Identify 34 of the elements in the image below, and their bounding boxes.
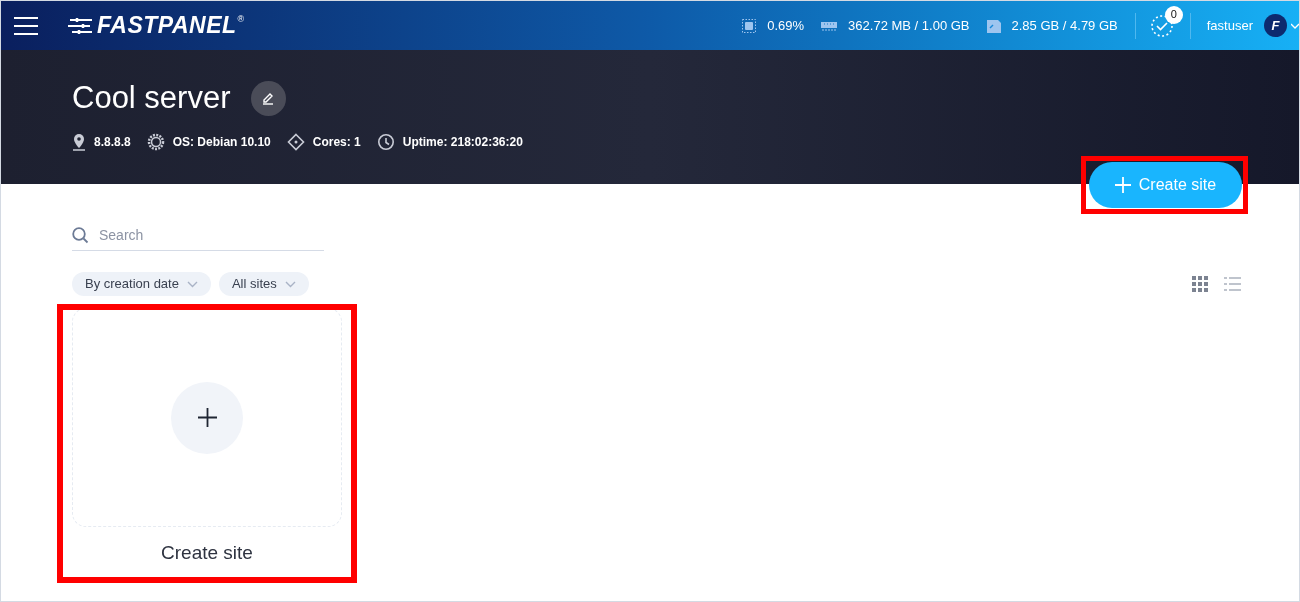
- location-pin-icon: [72, 133, 86, 151]
- filter-dropdown[interactable]: All sites: [218, 272, 309, 296]
- server-detail: Uptime: 218:02:36:20: [402, 134, 523, 151]
- server-detail: 8.8.8.8: [94, 134, 131, 151]
- stat-value: 362.72 MB / 1.00 GB: [848, 16, 970, 35]
- server-name: Cool server: [72, 79, 231, 117]
- search-icon: [72, 226, 89, 244]
- pencil-icon: [261, 91, 275, 105]
- clock-icon: [376, 133, 395, 151]
- filter-dropdown[interactable]: By creation date: [72, 272, 211, 296]
- user-avatar[interactable]: F: [1264, 14, 1287, 37]
- memory-icon: [820, 19, 839, 32]
- chevron-down-icon: [284, 280, 296, 288]
- logo-text: FASTPANEL: [97, 11, 237, 41]
- menu-icon[interactable]: [14, 15, 38, 36]
- edit-button[interactable]: [250, 80, 286, 116]
- chevron-down-icon[interactable]: [1291, 22, 1299, 29]
- search-field[interactable]: Search: [99, 224, 324, 246]
- plus-icon: [197, 408, 217, 427]
- registered-mark: ®: [237, 13, 245, 24]
- logo-icon: [68, 16, 94, 35]
- server-detail: OS: Debian 10.10: [172, 134, 271, 151]
- stat-value: 2.85 GB / 4.79 GB: [1011, 16, 1118, 35]
- chip-icon: [741, 17, 758, 34]
- notification-badge: 0: [1164, 5, 1183, 24]
- gear-icon: [146, 133, 165, 151]
- chevron-down-icon: [186, 280, 198, 288]
- stat-value: 0.69%: [767, 16, 805, 35]
- server-detail: Cores: 1: [312, 134, 361, 151]
- grid-view-button[interactable]: [1192, 276, 1208, 292]
- diamond-icon: [286, 133, 305, 151]
- list-view-button[interactable]: [1224, 276, 1241, 292]
- plus-icon: [1114, 177, 1131, 193]
- card-label: Create site: [161, 541, 253, 565]
